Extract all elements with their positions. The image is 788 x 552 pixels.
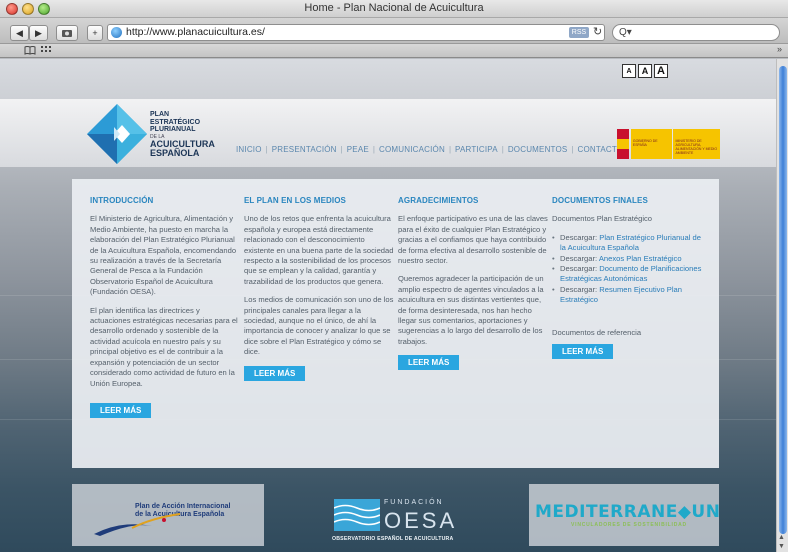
- intro-paragraph: El plan identifica las directrices y act…: [90, 305, 238, 388]
- agradecimientos-paragraph: El enfoque participativo es una de las c…: [398, 214, 548, 266]
- agradecimientos-column: AGRADECIMIENTOS El enfoque participativo…: [398, 196, 548, 371]
- download-prefix: Descargar:: [560, 253, 599, 263]
- agradecimientos-read-more-button[interactable]: LEER MÁS: [398, 355, 460, 371]
- spain-shield-icon: [617, 129, 629, 159]
- medios-read-more-button[interactable]: LEER MÁS: [244, 365, 306, 381]
- browser-toolbar: ◀ ▶ + http://www.planacuicultura.es/ RSS…: [0, 18, 788, 44]
- gov-label: GOBIERNO DE ESPAÑA: [630, 129, 673, 159]
- intro-title[interactable]: INTRODUCCIÓN: [90, 196, 240, 206]
- intro-read-more-button[interactable]: LEER MÁS: [90, 402, 152, 418]
- government-logo[interactable]: GOBIERNO DE ESPAÑA MINISTERIO DE AGRICUL…: [617, 129, 720, 159]
- reload-icon[interactable]: ↻: [593, 25, 602, 38]
- partner-pal-logo[interactable]: Plan de Acción Internacional de la Acuic…: [72, 484, 264, 546]
- intro-column: INTRODUCCIÓN El Ministerio de Agricultur…: [90, 196, 240, 418]
- download-prefix: Descargar:: [560, 284, 600, 294]
- title-bar: Home - Plan Nacional de Acuicultura: [0, 0, 788, 18]
- mediterraneun-title: MEDITERRANE◆UN: [535, 502, 721, 522]
- ministry-label: MINISTERIO DE AGRICULTURA, ALIMENTACIÓN …: [673, 129, 720, 159]
- vertical-scrollbar[interactable]: ▲ ▼: [776, 59, 788, 552]
- text-size-medium-button[interactable]: A: [638, 64, 652, 78]
- list-item: Descargar: Plan Estratégico Plurianual d…: [552, 233, 707, 254]
- waves-icon: [334, 499, 380, 531]
- documentos-column: DOCUMENTOS FINALES Documentos Plan Estra…: [552, 196, 707, 360]
- swoosh-icon: [94, 513, 181, 536]
- download-prefix: Descargar:: [560, 232, 600, 242]
- url-text: http://www.planacuicultura.es/: [126, 26, 265, 38]
- bookmarks-bar: »: [0, 44, 788, 58]
- grid-icon[interactable]: [40, 45, 52, 57]
- partner-mediterraneun-logo[interactable]: MEDITERRANE◆UN VINCULADORES DE SOSTENIBI…: [529, 484, 721, 546]
- back-button[interactable]: ◀: [10, 25, 29, 41]
- nav-item-participa[interactable]: PARTICIPA: [455, 145, 498, 154]
- nav-item-comunicacion[interactable]: COMUNICACIÓN: [379, 145, 445, 154]
- url-bar[interactable]: http://www.planacuicultura.es/: [107, 24, 605, 41]
- nav-item-documentos[interactable]: DOCUMENTOS: [508, 145, 568, 154]
- bookmarks-overflow-button[interactable]: »: [777, 44, 782, 54]
- list-item: Descargar: Anexos Plan Estratégico: [552, 253, 707, 265]
- agradecimientos-title[interactable]: AGRADECIMIENTOS: [398, 196, 548, 206]
- list-item: Descargar: Resumen Ejecutivo Plan Estrat…: [552, 285, 707, 306]
- medios-paragraph: Uno de los retos que enfrenta la acuicul…: [244, 214, 394, 286]
- text-size-large-button[interactable]: A: [654, 64, 668, 78]
- nav-item-peae[interactable]: PEAE: [347, 145, 369, 154]
- nav-separator: |: [571, 145, 574, 154]
- logo-line: ESPAÑOLA: [150, 147, 200, 158]
- oesa-name: OESA: [384, 508, 458, 533]
- mediterraneun-subtitle: VINCULADORES DE SOSTENIBILIDAD: [571, 522, 687, 528]
- nav-separator: |: [372, 145, 375, 154]
- intro-paragraph: El Ministerio de Agricultura, Alimentaci…: [90, 214, 237, 297]
- nav-separator: |: [340, 145, 343, 154]
- documentos-title[interactable]: DOCUMENTOS FINALES: [552, 196, 707, 206]
- download-link[interactable]: Anexos Plan Estratégico: [599, 254, 682, 263]
- main-nav: INICIO | PRESENTACIÓN | PEAE | COMUNICAC…: [236, 145, 623, 154]
- logo-line: PLURIANUAL: [150, 126, 196, 133]
- download-prefix: Descargar:: [560, 264, 600, 274]
- search-input[interactable]: Q▾: [612, 24, 780, 41]
- site-logo-text[interactable]: PLAN ESTRATÉGICO PLURIANUAL DE LA ACUICU…: [150, 111, 215, 158]
- camera-icon: [62, 30, 72, 37]
- agradecimientos-paragraph: Queremos agradecer la participación de u…: [398, 274, 544, 346]
- medios-column: EL PLAN EN LOS MEDIOS Uno de los retos q…: [244, 196, 394, 381]
- documentos-list: Descargar: Plan Estratégico Plurianual d…: [552, 233, 707, 306]
- plan-logo-icon[interactable]: [86, 103, 148, 165]
- forward-button[interactable]: ▶: [29, 25, 48, 41]
- book-icon[interactable]: [24, 45, 36, 57]
- oesa-subtitle: OBSERVATORIO ESPAÑOL DE ACUICULTURA: [332, 536, 454, 542]
- scroll-thumb[interactable]: [779, 66, 787, 534]
- nav-separator: |: [501, 145, 504, 154]
- screenshot-icon[interactable]: [56, 25, 78, 41]
- page-viewport: A A A PLAN ESTRATÉGICO PLURIANUAL DE LA …: [0, 59, 776, 552]
- pal-line: Plan de Acción Internacional: [135, 503, 231, 510]
- scroll-up-arrow[interactable]: ▲: [778, 534, 785, 541]
- rss-button[interactable]: RSS: [569, 27, 589, 38]
- nav-item-inicio[interactable]: INICIO: [236, 145, 262, 154]
- list-item: Descargar: Documento de Planificaciones …: [552, 264, 707, 285]
- globe-icon: [111, 27, 122, 38]
- nav-separator: |: [265, 145, 268, 154]
- add-bookmark-button[interactable]: +: [87, 25, 103, 41]
- documentos-read-more-button[interactable]: LEER MÁS: [552, 344, 614, 360]
- content-panel: INTRODUCCIÓN El Ministerio de Agricultur…: [72, 179, 719, 468]
- logo-line: PLAN: [150, 111, 170, 118]
- medios-title[interactable]: EL PLAN EN LOS MEDIOS: [244, 196, 394, 206]
- nav-separator: |: [448, 145, 452, 154]
- documentos-subtitle: Documentos Plan Estratégico: [552, 214, 653, 224]
- window-title: Home - Plan Nacional de Acuicultura: [304, 2, 484, 14]
- medios-paragraph: Los medios de comunicación son uno de lo…: [244, 295, 394, 357]
- documentos-reference: Documentos de referencia: [552, 327, 642, 337]
- scroll-down-arrow[interactable]: ▼: [778, 543, 785, 550]
- partner-oesa-logo[interactable]: FUNDACIÓN OESA OBSERVATORIO ESPAÑOL DE A…: [332, 499, 462, 545]
- oesa-fundacion: FUNDACIÓN: [384, 499, 444, 506]
- text-size-small-button[interactable]: A: [622, 64, 636, 78]
- nav-item-presentacion[interactable]: PRESENTACIÓN: [272, 145, 337, 154]
- text-size-controls: A A A: [622, 64, 668, 78]
- logo-line: ESTRATÉGICO: [150, 118, 201, 126]
